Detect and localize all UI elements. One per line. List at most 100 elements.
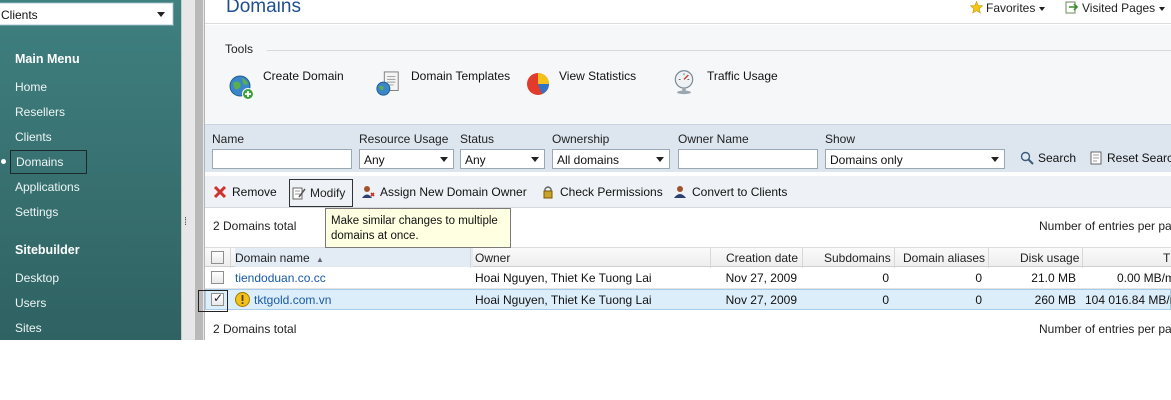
sidebar-item-clients[interactable]: Clients xyxy=(15,130,52,144)
search-icon xyxy=(1020,151,1034,165)
reset-icon xyxy=(1090,151,1102,165)
favorites-label: Favorites xyxy=(986,1,1036,15)
domain-link[interactable]: tktgold.com.vn xyxy=(254,293,331,307)
sidebar: Clients Main Menu Home Resellers Clients… xyxy=(0,0,181,340)
lock-icon xyxy=(543,186,553,199)
table-row[interactable]: tiendoduan.co.cc Hoai Nguyen, Thiet Ke T… xyxy=(205,268,1171,289)
show-label: Show xyxy=(825,132,856,146)
resource-usage-select[interactable]: Any xyxy=(359,149,454,169)
ownership-label: Ownership xyxy=(552,132,610,146)
reset-search-button[interactable]: Reset Search xyxy=(1089,151,1171,165)
table-row[interactable]: tktgold.com.vn Hoai Nguyen, Thiet Ke Tuo… xyxy=(205,289,1171,310)
owner-name-label: Owner Name xyxy=(678,132,749,146)
owner-cell: Hoai Nguyen, Thiet Ke Tuong Lai xyxy=(475,293,652,307)
sidebar-item-users[interactable]: Users xyxy=(15,296,46,310)
sidebar-splitter[interactable]: ⁞ xyxy=(181,0,205,340)
sidebar-item-settings[interactable]: Settings xyxy=(15,205,58,219)
name-filter-label: Name xyxy=(212,132,245,146)
visited-pages-menu[interactable]: Visited Pages xyxy=(1065,1,1166,15)
main-content: Domains Favorites Visited Pages Tools Cr… xyxy=(198,0,1171,340)
checkbox-focus-frame xyxy=(198,290,228,312)
history-icon xyxy=(1065,1,1079,14)
column-creation-date[interactable]: Creation date xyxy=(726,251,798,265)
column-domain-aliases[interactable]: Domain aliases xyxy=(903,251,985,265)
sidebar-item-domains[interactable]: Domains xyxy=(10,150,87,174)
sidebar-item-home[interactable]: Home xyxy=(15,80,47,94)
view-statistics-button[interactable]: View Statistics xyxy=(559,69,636,83)
subdomains-cell: 0 xyxy=(882,293,889,307)
chevron-down-icon xyxy=(157,12,165,17)
select-all-checkbox[interactable] xyxy=(211,251,224,264)
owner-name-input[interactable] xyxy=(678,149,818,169)
context-select-value: Clients xyxy=(1,8,38,22)
tools-panel: Tools Create Domain Domain Templates Vie… xyxy=(205,25,1171,124)
create-domain-icon[interactable] xyxy=(229,74,255,100)
column-traffic[interactable]: T xyxy=(1163,251,1170,265)
search-button[interactable]: Search xyxy=(1020,151,1076,165)
domains-total-bottom: 2 Domains total xyxy=(213,322,297,336)
column-separator xyxy=(470,248,471,268)
assign-owner-label: Assign New Domain Owner xyxy=(380,185,527,199)
ownership-select[interactable]: All domains xyxy=(552,149,670,169)
chevron-down-icon xyxy=(531,157,539,162)
filter-panel: Name Resource Usage Any Status Any Owner… xyxy=(205,124,1171,172)
tools-divider xyxy=(267,50,1171,51)
convert-to-clients-button[interactable]: Convert to Clients xyxy=(673,185,787,199)
column-disk-usage[interactable]: Disk usage xyxy=(1020,251,1079,265)
chevron-down-icon xyxy=(656,157,664,162)
subdomains-cell: 0 xyxy=(882,271,889,285)
aliases-cell: 0 xyxy=(975,271,982,285)
traffic-cell: 104 016.84 MB/m xyxy=(1085,293,1171,307)
favorites-menu[interactable]: Favorites xyxy=(969,0,1046,15)
assign-owner-button[interactable]: Assign New Domain Owner xyxy=(361,185,527,199)
context-select[interactable]: Clients xyxy=(0,2,174,26)
create-domain-button[interactable]: Create Domain xyxy=(263,69,344,83)
entries-per-page-bottom[interactable]: Number of entries per pa xyxy=(1039,322,1171,336)
domains-total-top: 2 Domains total xyxy=(213,219,297,233)
top-bar: Domains Favorites Visited Pages xyxy=(205,0,1171,24)
sidebar-item-desktop[interactable]: Desktop xyxy=(15,271,59,285)
owner-cell: Hoai Nguyen, Thiet Ke Tuong Lai xyxy=(475,271,652,285)
action-toolbar: Remove Modify Assign New Domain Owner Ch… xyxy=(205,176,1171,208)
traffic-gauge-icon[interactable] xyxy=(671,69,697,95)
column-domain-name[interactable]: Domain name ▲ xyxy=(235,248,473,267)
pie-chart-icon[interactable] xyxy=(525,71,551,97)
traffic-usage-button[interactable]: Traffic Usage xyxy=(707,69,778,83)
creation-date-cell: Nov 27, 2009 xyxy=(725,293,797,307)
status-select[interactable]: Any xyxy=(460,149,545,169)
check-permissions-label: Check Permissions xyxy=(560,185,663,199)
sidebar-item-applications[interactable]: Applications xyxy=(15,180,80,194)
disk-usage-cell: 260 MB xyxy=(1034,293,1076,307)
creation-date-cell: Nov 27, 2009 xyxy=(725,271,797,285)
modify-label: Modify xyxy=(310,186,346,200)
domain-templates-button[interactable]: Domain Templates xyxy=(411,69,510,83)
aliases-cell: 0 xyxy=(975,293,982,307)
grip-icon[interactable]: ⁞ xyxy=(184,216,187,228)
row-checkbox[interactable] xyxy=(211,271,224,284)
sidebar-item-sites[interactable]: Sites xyxy=(15,321,42,335)
show-select[interactable]: Domains only xyxy=(825,149,1005,169)
modify-button[interactable]: Modify xyxy=(289,179,353,207)
domain-link[interactable]: tiendoduan.co.cc xyxy=(235,271,326,285)
traffic-cell: 0.00 MB/m xyxy=(1116,271,1171,285)
disk-usage-cell: 21.0 MB xyxy=(1031,271,1076,285)
column-separator xyxy=(894,248,895,268)
entries-per-page-top[interactable]: Number of entries per pa xyxy=(1039,219,1171,233)
chevron-down-icon xyxy=(440,157,448,162)
column-subdomains[interactable]: Subdomains xyxy=(824,251,891,265)
sidebar-item-resellers[interactable]: Resellers xyxy=(15,105,65,119)
status-value: Any xyxy=(465,153,486,167)
resource-usage-label: Resource Usage xyxy=(359,132,449,146)
remove-button[interactable]: Remove xyxy=(213,185,277,199)
check-permissions-button[interactable]: Check Permissions xyxy=(541,185,663,199)
sort-ascending-icon: ▲ xyxy=(316,255,324,264)
name-filter-input[interactable] xyxy=(212,149,352,169)
splitter-bar xyxy=(195,0,203,340)
domain-templates-icon[interactable] xyxy=(375,71,401,97)
column-separator xyxy=(1082,248,1083,268)
column-owner[interactable]: Owner xyxy=(475,251,510,265)
resource-usage-value: Any xyxy=(364,153,385,167)
main-menu-heading: Main Menu xyxy=(15,52,80,66)
modify-icon xyxy=(292,187,306,200)
ownership-value: All domains xyxy=(557,153,620,167)
